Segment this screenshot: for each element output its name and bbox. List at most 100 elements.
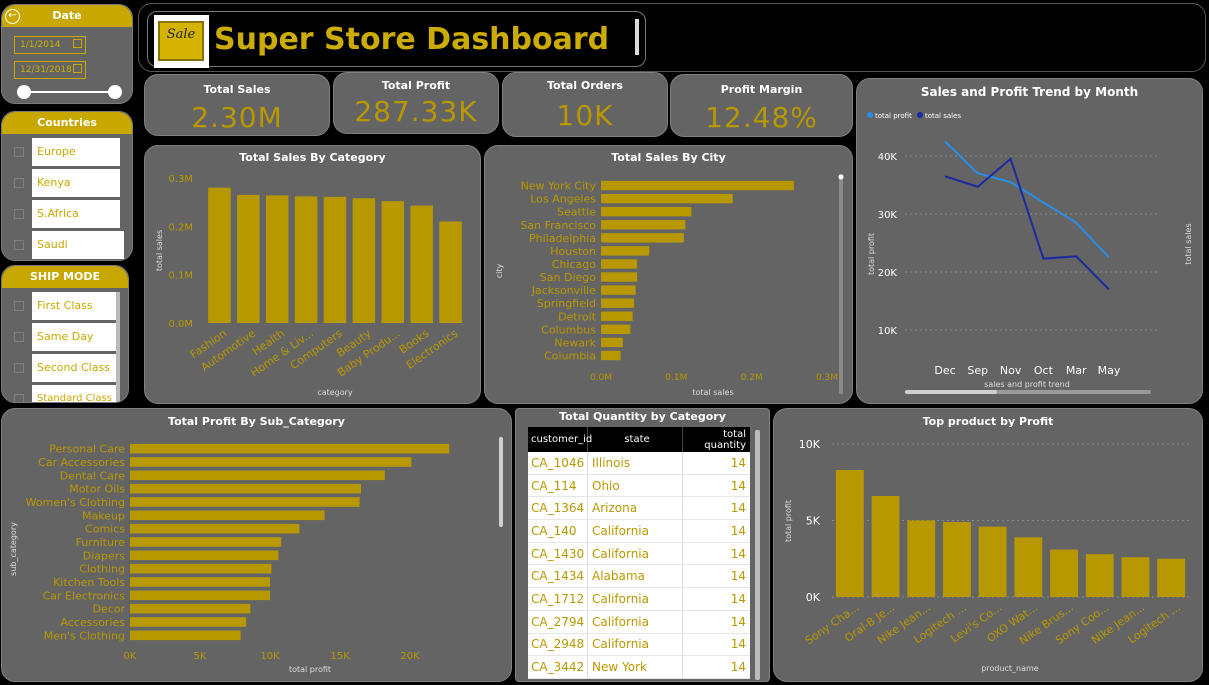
calendar-icon[interactable] — [73, 64, 82, 73]
checkbox[interactable] — [14, 332, 24, 342]
table-row[interactable]: CA_1430 California 14 — [528, 542, 750, 566]
x-tick-label: 0.0M — [590, 373, 612, 383]
checkbox[interactable] — [14, 363, 24, 373]
table-row[interactable]: CA_1046 Illinois 14 — [528, 452, 750, 475]
sales-by-category-chart: 0.0M0.1M0.2M0.3MFashionAutomotiveHealthH… — [155, 174, 462, 397]
x-tick-label: 20K — [400, 651, 420, 662]
table-row[interactable]: CA_2948 California 14 — [528, 633, 750, 657]
bar — [410, 205, 433, 323]
table-row[interactable]: CA_1712 California 14 — [528, 588, 750, 611]
checkbox[interactable] — [14, 178, 24, 188]
table-row[interactable]: CA_2794 California 14 — [528, 610, 750, 634]
slicer-scrollbar[interactable] — [116, 292, 120, 402]
shipmode-slicer-title: SHIP MODE — [2, 266, 128, 288]
legend-label: total sales — [925, 112, 961, 120]
checkbox[interactable] — [14, 209, 24, 219]
quantity-cell: 14 — [730, 478, 746, 493]
table-row[interactable]: CA_3442 New York 14 — [528, 656, 750, 679]
sale-logo: Sale — [154, 15, 209, 68]
date-range-start-handle[interactable] — [17, 85, 31, 99]
state-cell: California — [588, 610, 683, 633]
date-slicer-title: Date — [2, 5, 132, 27]
x-axis-label: total profit — [289, 665, 331, 674]
top-product-chart: 0K5K10KSony Cha...Oral-B Je...Nike Jean.… — [784, 438, 1189, 673]
x-tick-label: 5K — [194, 651, 207, 662]
bar — [130, 630, 241, 641]
date-range-end-handle[interactable] — [108, 85, 122, 99]
checkbox[interactable] — [14, 394, 24, 402]
customer-id-cell: CA_140 — [528, 520, 588, 542]
y-tick-label: Newark — [554, 336, 596, 349]
x-tick-label: 10K — [260, 651, 280, 662]
bar — [1157, 558, 1186, 597]
y-tick-label: Car Electronics — [43, 589, 126, 602]
scrollbar — [839, 174, 843, 394]
table-row[interactable]: CA_1364 Arizona 14 — [528, 497, 750, 521]
bar — [601, 220, 686, 230]
sale-logo-text: Sale — [166, 27, 196, 42]
y-tick-label: Comics — [85, 523, 125, 536]
bar — [130, 457, 412, 467]
table-row[interactable]: CA_140 California 14 — [528, 520, 750, 543]
x-axis-label: sales and profit trend — [984, 380, 1070, 389]
shipmode-slicer: SHIP MODE First Class Same Day Second Cl… — [1, 265, 129, 403]
table-row[interactable]: CA_114 Ohio 14 — [528, 474, 750, 498]
customer-id-cell: CA_1364 — [528, 497, 588, 520]
bar — [601, 324, 631, 335]
state-cell: Illinois — [588, 452, 683, 474]
bar — [130, 510, 325, 521]
scroll-handle — [838, 174, 844, 180]
back-icon[interactable]: ← — [5, 9, 20, 24]
kpi-label: Total Profit — [381, 79, 451, 92]
bar — [130, 523, 300, 534]
checkbox[interactable] — [14, 147, 24, 157]
legend-label: total profit — [875, 112, 912, 120]
state-cell: Alabama — [588, 565, 683, 588]
checkbox[interactable] — [14, 301, 24, 311]
kpi-label: Total Sales — [203, 83, 271, 96]
bar — [130, 617, 247, 627]
trend-panel: Sales and Profit Trend by Month 10K 20K 30… — [856, 78, 1203, 404]
country-option-label: Saudi — [32, 231, 124, 259]
y-tick-label: Clothing — [79, 563, 125, 576]
bar — [130, 550, 279, 561]
y-tick-label: 40K — [878, 152, 898, 163]
y-tick-label: Personal Care — [49, 443, 125, 456]
column-header-label: total quantity — [704, 428, 746, 451]
calendar-icon[interactable] — [73, 39, 82, 48]
y-tick-label: San Francisco — [520, 219, 596, 232]
y-tick-label: Accessories — [61, 616, 126, 629]
y-axis-label: sub_category — [9, 522, 18, 576]
legend-marker — [917, 112, 923, 118]
bar — [130, 497, 360, 507]
bar — [1014, 537, 1043, 597]
state-cell: Arizona — [588, 497, 683, 520]
end-date-input[interactable]: 12/31/2018 — [14, 61, 86, 79]
y-tick-label: Philadelphia — [529, 232, 596, 245]
customer-id-cell: CA_2794 — [528, 610, 588, 633]
y-tick-label: Decor — [92, 603, 125, 616]
bar — [978, 526, 1007, 597]
series-line — [944, 157, 1110, 291]
y-tick-label: Women's Clothing — [26, 496, 125, 509]
y-tick-label: Detroit — [558, 310, 597, 323]
column-header[interactable]: total quantity — [683, 427, 750, 452]
column-header[interactable]: customer_id — [528, 427, 592, 452]
kpi-label: Profit Margin — [720, 83, 803, 96]
quantity-cell: 14 — [730, 501, 746, 516]
kpi-value: 12.48% — [705, 101, 818, 134]
checkbox[interactable] — [14, 240, 24, 250]
quantity-table: customer_id state total quantity CA_1046… — [528, 427, 750, 679]
bar — [294, 196, 318, 323]
x-tick-label: Nov — [1000, 364, 1022, 377]
table-scrollbar[interactable] — [755, 430, 760, 680]
state-cell: New York — [588, 656, 683, 678]
table-row[interactable]: CA_1434 Alabama 14 — [528, 565, 750, 589]
state-cell: California — [588, 520, 683, 542]
shipmode-option-label: Same Day — [32, 323, 116, 351]
customer-id-cell: CA_1046 — [528, 452, 588, 474]
start-date-input[interactable]: 1/1/2014 — [14, 36, 86, 54]
sales-by-category-panel: Total Sales By Category 0.0M 0.1M 0.2M 0.3M… — [144, 145, 481, 404]
y-tick-label: Seattle — [557, 206, 596, 219]
column-header[interactable]: state — [588, 427, 683, 452]
